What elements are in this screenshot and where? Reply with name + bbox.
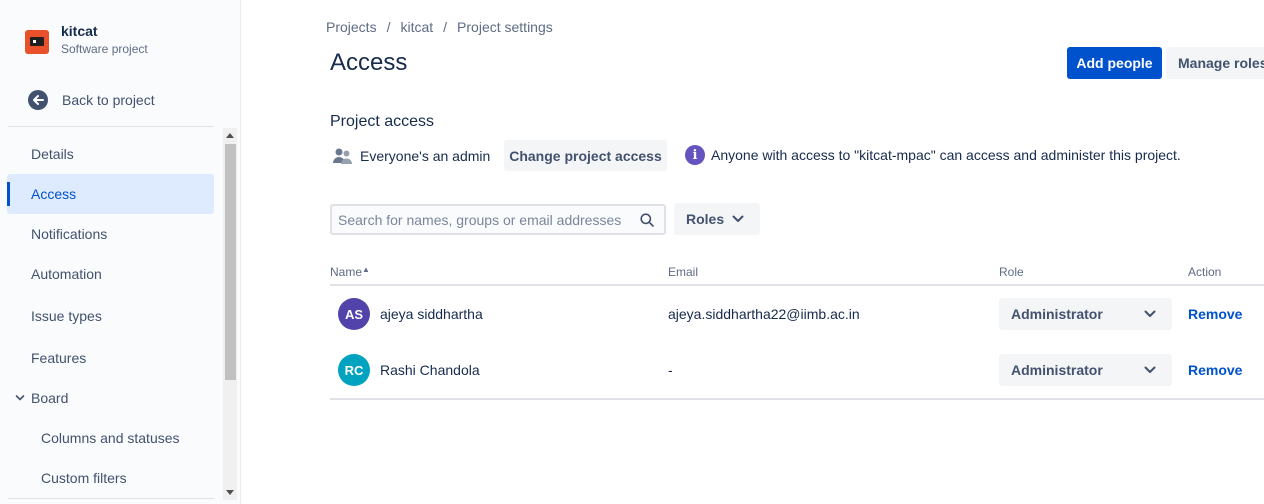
user-name: Rashi Chandola bbox=[380, 362, 480, 378]
access-status-label: Everyone's an admin bbox=[360, 148, 491, 164]
sidebar-item-notifications[interactable]: Notifications bbox=[7, 214, 214, 254]
chevron-down-icon bbox=[732, 215, 744, 222]
info-icon: i bbox=[685, 145, 705, 165]
project-type: Software project bbox=[61, 42, 148, 56]
roles-filter-label: Roles bbox=[686, 211, 725, 227]
sidebar-item-label: Access bbox=[31, 186, 77, 202]
search-input[interactable] bbox=[338, 210, 628, 230]
sidebar-item-label: Features bbox=[31, 350, 87, 366]
table-row: AS ajeya siddhartha ajeya.siddhartha22@i… bbox=[330, 288, 1264, 338]
breadcrumb-separator: / bbox=[386, 19, 391, 35]
access-info-text: Anyone with access to "kitcat-mpac" can … bbox=[711, 147, 1181, 163]
sidebar-item-label: Notifications bbox=[31, 226, 108, 242]
role-value: Administrator bbox=[1011, 306, 1103, 322]
sidebar-item-access[interactable]: Access bbox=[7, 174, 214, 214]
breadcrumb-project-settings[interactable]: Project settings bbox=[457, 19, 553, 35]
role-select[interactable]: Administrator bbox=[999, 298, 1172, 330]
project-icon bbox=[25, 30, 49, 54]
sidebar-item-issue-types[interactable]: Issue types bbox=[7, 296, 214, 336]
breadcrumb-project[interactable]: kitcat bbox=[400, 19, 433, 35]
arrow-left-icon bbox=[28, 90, 48, 110]
sidebar-item-label: Automation bbox=[31, 266, 102, 282]
column-header-label: Name bbox=[330, 265, 363, 279]
breadcrumb-separator: / bbox=[443, 19, 448, 35]
chevron-down-icon bbox=[1144, 366, 1156, 373]
sidebar-item-label: Custom filters bbox=[41, 470, 127, 486]
sidebar-item-columns-and-statuses[interactable]: Columns and statuses bbox=[7, 418, 214, 458]
sidebar-item-features[interactable]: Features bbox=[7, 338, 214, 378]
column-header-action: Action bbox=[1188, 265, 1222, 279]
role-select[interactable]: Administrator bbox=[999, 354, 1172, 386]
column-header-name[interactable]: Name▲ bbox=[330, 265, 370, 279]
access-info: i Anyone with access to "kitcat-mpac" ca… bbox=[685, 145, 1181, 165]
change-project-access-button[interactable]: Change project access bbox=[504, 140, 667, 171]
user-email: - bbox=[668, 362, 673, 378]
page-title: Access bbox=[330, 49, 408, 76]
column-header-email: Email bbox=[668, 265, 699, 279]
sidebar-item-automation[interactable]: Automation bbox=[7, 254, 214, 294]
divider bbox=[8, 126, 214, 127]
table-row: RC Rashi Chandola - Administrator Remove bbox=[330, 344, 1264, 394]
user-name: ajeya siddhartha bbox=[380, 306, 483, 322]
manage-roles-button[interactable]: Manage roles bbox=[1166, 47, 1264, 79]
back-to-project-link[interactable]: Back to project bbox=[28, 90, 155, 110]
sidebar-scrollbar[interactable] bbox=[223, 128, 237, 500]
sidebar-item-label: Details bbox=[31, 146, 74, 162]
back-to-project-label: Back to project bbox=[62, 92, 155, 108]
avatar: AS bbox=[338, 298, 370, 330]
sidebar-item-label: Columns and statuses bbox=[41, 430, 180, 446]
project-name: kitcat bbox=[61, 23, 98, 39]
people-search bbox=[330, 204, 666, 235]
avatar: RC bbox=[338, 354, 370, 386]
roles-filter-button[interactable]: Roles bbox=[674, 203, 760, 235]
chevron-down-icon bbox=[15, 395, 25, 401]
project-access-status: Everyone's an admin bbox=[330, 140, 490, 172]
project-access-heading: Project access bbox=[330, 113, 435, 130]
scroll-up-arrow-icon[interactable] bbox=[226, 133, 234, 138]
search-icon bbox=[640, 213, 654, 227]
user-email: ajeya.siddhartha22@iimb.ac.in bbox=[668, 306, 860, 322]
divider bbox=[8, 498, 214, 499]
add-people-button[interactable]: Add people bbox=[1067, 47, 1162, 79]
scrollbar-thumb[interactable] bbox=[225, 144, 236, 380]
column-header-role: Role bbox=[999, 265, 1024, 279]
sidebar-item-details[interactable]: Details bbox=[7, 134, 214, 174]
role-value: Administrator bbox=[1011, 362, 1103, 378]
sort-ascending-icon: ▲ bbox=[362, 265, 370, 274]
table-header-divider bbox=[330, 284, 1264, 286]
breadcrumb: Projects / kitcat / Project settings bbox=[326, 19, 553, 35]
breadcrumb-projects[interactable]: Projects bbox=[326, 19, 377, 35]
scroll-down-arrow-icon[interactable] bbox=[226, 490, 234, 495]
remove-user-link[interactable]: Remove bbox=[1188, 362, 1242, 378]
sidebar-item-board[interactable]: Board bbox=[7, 378, 214, 418]
sidebar-item-custom-filters[interactable]: Custom filters bbox=[7, 458, 214, 498]
sidebar-item-label: Board bbox=[31, 390, 69, 406]
remove-user-link[interactable]: Remove bbox=[1188, 306, 1242, 322]
table-bottom-divider bbox=[330, 398, 1264, 400]
people-icon bbox=[333, 148, 352, 164]
chevron-down-icon bbox=[1144, 310, 1156, 317]
sidebar: kitcat Software project Back to project … bbox=[0, 0, 241, 504]
sidebar-item-label: Issue types bbox=[31, 308, 102, 324]
project-header[interactable]: kitcat Software project bbox=[25, 22, 148, 58]
